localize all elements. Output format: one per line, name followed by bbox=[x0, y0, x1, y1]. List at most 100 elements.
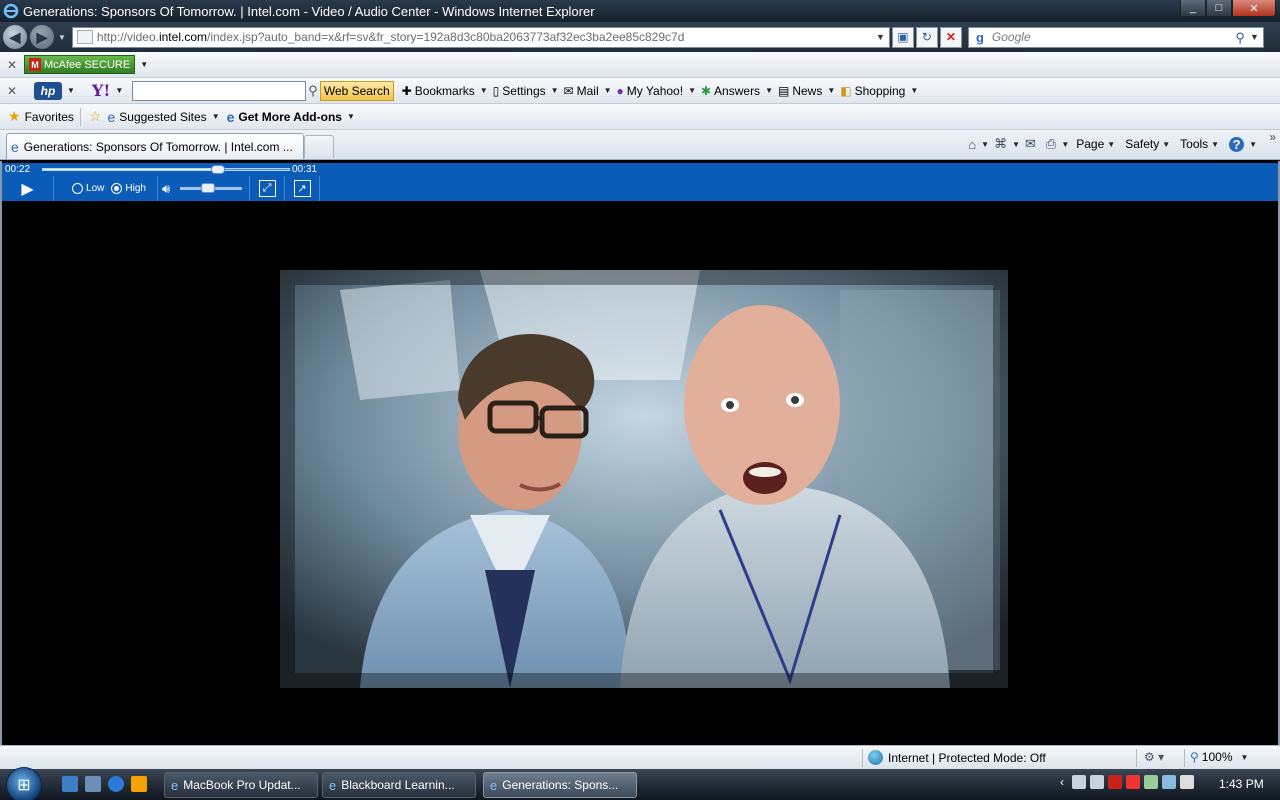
news-button[interactable]: ▤ News ▼ bbox=[778, 84, 840, 98]
page-icon bbox=[76, 30, 93, 44]
search-dropdown-icon[interactable]: ▼ bbox=[1250, 32, 1259, 42]
ie-page-icon: e bbox=[11, 138, 19, 155]
windows-logo-icon: ⊞ bbox=[17, 777, 31, 794]
zoom-icon: ⚲ bbox=[1190, 750, 1199, 764]
help-button[interactable]: ? ▼ bbox=[1229, 136, 1262, 152]
refresh-button[interactable]: ↻ bbox=[915, 26, 938, 48]
forward-button[interactable]: ▶ bbox=[30, 25, 54, 49]
yahoo-dropdown-icon[interactable]: ▼ bbox=[115, 86, 123, 95]
more-commands-icon[interactable]: » bbox=[1269, 130, 1276, 144]
hp-dropdown-icon[interactable]: ▼ bbox=[67, 86, 75, 95]
url-text[interactable]: http://video.intel.com/index.jsp?auto_ba… bbox=[97, 30, 684, 44]
zoom-control[interactable]: ⚲ 100% ▼ bbox=[1190, 750, 1253, 764]
web-search-button[interactable]: Web Search bbox=[319, 80, 394, 101]
network-icon[interactable] bbox=[1162, 775, 1176, 789]
seek-bar[interactable] bbox=[42, 165, 290, 174]
answers-button[interactable]: ✱ Answers ▼ bbox=[701, 84, 778, 98]
tray-app-icon[interactable] bbox=[1126, 775, 1140, 789]
tray-expand-icon[interactable]: ‹ bbox=[1060, 775, 1064, 789]
tray-app-icon[interactable] bbox=[1090, 775, 1104, 789]
media-player-icon[interactable] bbox=[131, 776, 147, 792]
print-button[interactable]: ⎙ ▼ bbox=[1046, 136, 1074, 152]
settings-menu[interactable]: ▯ Settings ▼ bbox=[493, 84, 564, 98]
window-controls: _ □ ✕ bbox=[1180, 0, 1276, 17]
bookmarks-menu[interactable]: ✚ Bookmarks ▼ bbox=[402, 84, 493, 98]
yahoo-logo[interactable]: Y! bbox=[92, 81, 110, 100]
ie-logo-icon bbox=[3, 3, 19, 19]
page-menu[interactable]: Page ▼ bbox=[1076, 137, 1115, 151]
mcafee-secure-button[interactable]: M McAfee SECURE bbox=[24, 55, 136, 74]
close-button[interactable]: ✕ bbox=[1232, 0, 1276, 17]
control-row: ▶ Low High 🔊︎ ⤢ ↗ bbox=[2, 176, 320, 201]
stop-button[interactable]: ✕ bbox=[939, 26, 962, 48]
shopping-label: Shopping bbox=[854, 83, 906, 98]
get-more-addons-link[interactable]: e Get More Add-ons ▼ bbox=[227, 109, 360, 125]
my-yahoo-dropdown-icon: ▼ bbox=[688, 86, 696, 95]
quality-high-radio[interactable]: High bbox=[111, 183, 146, 194]
speaker-icon[interactable]: 🔊︎ bbox=[162, 181, 170, 197]
my-yahoo-button[interactable]: ● My Yahoo! ▼ bbox=[617, 84, 701, 98]
feeds-button[interactable]: ⌘ ▼ bbox=[994, 136, 1025, 152]
compatibility-view-button[interactable]: ▣ bbox=[891, 26, 914, 48]
mail-button[interactable]: ✉ Mail ▼ bbox=[564, 84, 617, 98]
volume-tray-icon[interactable] bbox=[1180, 775, 1194, 789]
tools-menu[interactable]: Tools ▼ bbox=[1180, 137, 1219, 151]
hp-logo[interactable]: hp bbox=[34, 81, 62, 100]
quality-low-radio[interactable]: Low bbox=[72, 183, 104, 194]
search-box[interactable]: g Google ⚲ ▼ bbox=[967, 26, 1264, 48]
shopping-bag-icon: ◧ bbox=[840, 83, 852, 98]
minimize-button[interactable]: _ bbox=[1180, 0, 1206, 17]
popout-icon: ↗ bbox=[293, 180, 311, 197]
seek-handle[interactable] bbox=[210, 165, 225, 174]
add-to-favorites-button[interactable]: ☆ bbox=[89, 108, 106, 125]
shopping-button[interactable]: ◧ Shopping ▼ bbox=[840, 84, 923, 98]
clock[interactable]: 1:43 PM bbox=[1219, 777, 1264, 791]
play-button[interactable]: ▶ bbox=[2, 176, 54, 201]
mcafee-icon: M bbox=[29, 58, 41, 71]
video-frame bbox=[280, 270, 1008, 688]
yahoo-search-input[interactable] bbox=[132, 80, 307, 101]
popout-button[interactable]: ↗ bbox=[285, 176, 320, 201]
maximize-button[interactable]: □ bbox=[1206, 0, 1232, 17]
suggested-sites-link[interactable]: e Suggested Sites ▼ bbox=[107, 109, 224, 125]
status-bar: Internet | Protected Mode: Off ⚙ ▾ ⚲ 100… bbox=[0, 745, 1280, 769]
volume-handle[interactable] bbox=[201, 183, 216, 193]
taskbar-button-generations[interactable]: e Generations: Spons... bbox=[483, 772, 637, 798]
home-button[interactable]: ⌂ ▼ bbox=[968, 137, 994, 152]
switch-windows-icon[interactable] bbox=[85, 776, 101, 792]
read-mail-button[interactable]: ✉ bbox=[1025, 136, 1036, 152]
my-yahoo-label: My Yahoo! bbox=[626, 83, 684, 98]
taskbar-button-blackboard[interactable]: e Blackboard Learnin... bbox=[322, 772, 476, 798]
fullscreen-button[interactable]: ⤢ bbox=[250, 176, 285, 201]
rss-icon: ⌘ bbox=[994, 136, 1008, 151]
mcafee-tray-icon[interactable] bbox=[1108, 775, 1122, 789]
protected-mode-icon[interactable]: ⚙ ▾ bbox=[1144, 750, 1164, 764]
taskbar-button-macbook[interactable]: e MacBook Pro Updat... bbox=[164, 772, 318, 798]
timeline: 00:22 00:31 bbox=[2, 163, 1278, 176]
favorites-bar: ★ Favorites ☆ e Suggested Sites ▼ e Get More… bbox=[0, 104, 1280, 130]
address-dropdown-icon[interactable]: ▼ bbox=[876, 32, 885, 42]
google-icon: g bbox=[975, 29, 984, 45]
start-button[interactable]: ⊞ bbox=[6, 767, 42, 800]
mcafee-dropdown-icon[interactable]: ▼ bbox=[140, 60, 148, 69]
ie-quicklaunch-icon[interactable] bbox=[108, 776, 124, 792]
yahoo-search-icon[interactable]: ⚲ bbox=[308, 83, 318, 99]
favorites-button[interactable]: ★ Favorites bbox=[8, 108, 74, 125]
new-tab-button[interactable] bbox=[304, 135, 334, 158]
safety-menu[interactable]: Safety ▼ bbox=[1125, 137, 1170, 151]
answers-label: Answers bbox=[714, 83, 761, 98]
address-bar[interactable]: http://video.intel.com/index.jsp?auto_ba… bbox=[71, 26, 890, 48]
volume-slider[interactable] bbox=[180, 183, 243, 193]
back-button[interactable]: ◀ bbox=[3, 25, 27, 49]
status-divider bbox=[862, 749, 863, 767]
answers-icon: ✱ bbox=[700, 83, 712, 98]
recent-pages-dropdown[interactable]: ▼ bbox=[58, 33, 66, 42]
close-toolbar-icon[interactable]: ✕ bbox=[0, 58, 24, 72]
tray-app-icon[interactable] bbox=[1072, 775, 1086, 789]
battery-icon[interactable] bbox=[1144, 775, 1158, 789]
security-zone[interactable]: Internet | Protected Mode: Off bbox=[868, 750, 1046, 765]
show-desktop-icon[interactable] bbox=[62, 776, 78, 792]
close-toolbar-icon[interactable]: ✕ bbox=[0, 84, 24, 98]
tab-current[interactable]: e Generations: Sponsors Of Tomorrow. | I… bbox=[6, 133, 304, 159]
search-icon[interactable]: ⚲ bbox=[1235, 30, 1245, 46]
